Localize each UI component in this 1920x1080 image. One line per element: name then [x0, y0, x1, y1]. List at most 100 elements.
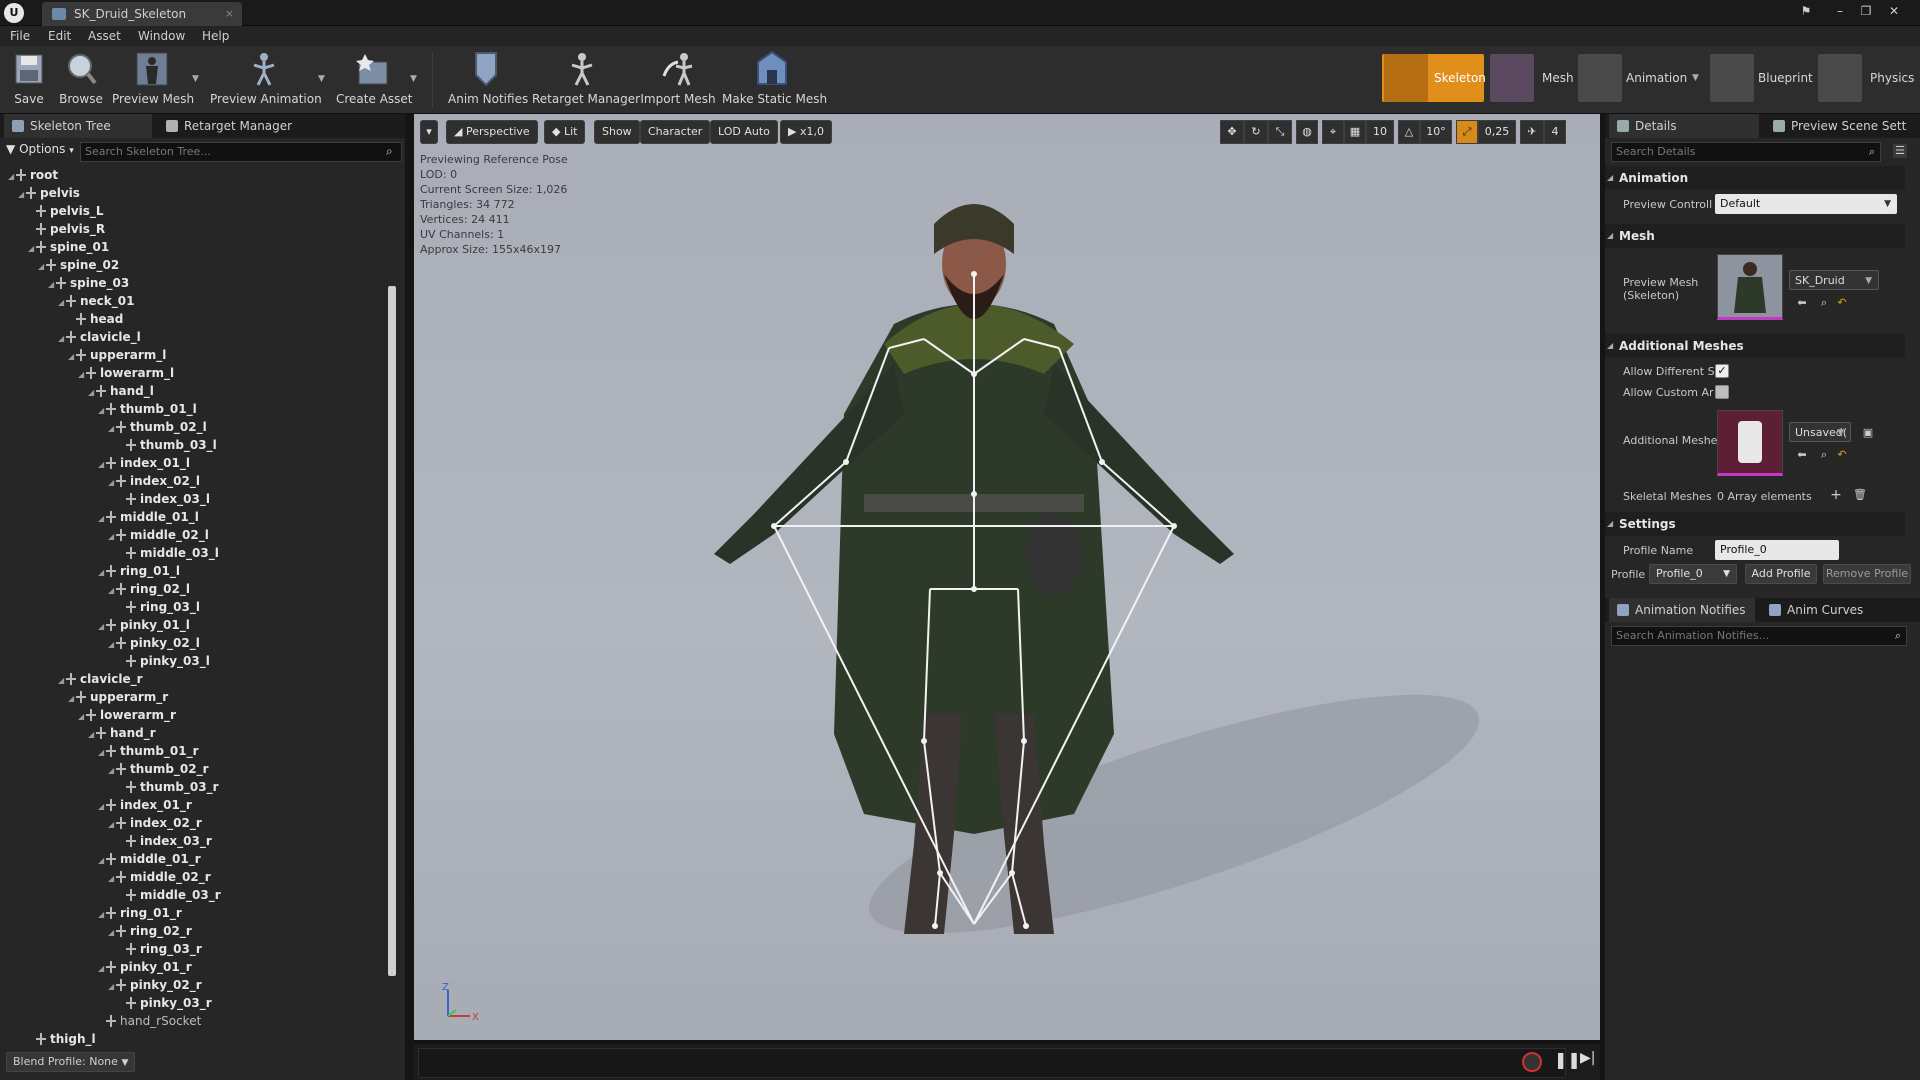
- menu-file[interactable]: File: [10, 26, 30, 46]
- bone-item[interactable]: ◢ index_01_l: [98, 454, 190, 472]
- profile-name-input[interactable]: Profile_0: [1715, 540, 1839, 560]
- bone-item[interactable]: ◢ middle_02_l: [108, 526, 209, 544]
- rotation-snap-value[interactable]: 10°: [1420, 120, 1452, 144]
- anim-notifies-button[interactable]: Anim Notifies: [448, 48, 528, 110]
- record-icon[interactable]: [1522, 1052, 1542, 1072]
- scale-tool-icon[interactable]: ⤡: [1268, 120, 1292, 144]
- mode-skeleton-button[interactable]: Skeleton: [1382, 54, 1486, 102]
- expand-arrow-icon[interactable]: ◢: [58, 330, 66, 348]
- use-selected-icon[interactable]: ⬅: [1795, 448, 1809, 462]
- bone-item[interactable]: index_03_l: [118, 490, 210, 508]
- section-settings[interactable]: Settings: [1605, 512, 1905, 536]
- create-asset-dropdown-icon[interactable]: ▼: [410, 74, 417, 84]
- minimize-button[interactable]: –: [1830, 2, 1850, 20]
- expand-arrow-icon[interactable]: ◢: [68, 690, 76, 708]
- viewport-scene[interactable]: ▾ ◢ Perspective ◆ Lit Show Character LOD…: [414, 114, 1600, 1040]
- skeleton-tree-search-input[interactable]: Search Skeleton Tree...: [80, 142, 402, 162]
- expand-arrow-icon[interactable]: ◢: [88, 384, 96, 402]
- menu-help[interactable]: Help: [202, 26, 229, 46]
- bone-item[interactable]: ◢ pinky_01_l: [98, 616, 190, 634]
- reset-icon[interactable]: ↶: [1835, 296, 1849, 310]
- tab-anim-curves[interactable]: Anim Curves: [1761, 598, 1901, 622]
- bone-item[interactable]: ◢ hand_l: [88, 382, 154, 400]
- expand-arrow-icon[interactable]: ◢: [108, 816, 116, 834]
- bone-item[interactable]: ring_03_l: [118, 598, 200, 616]
- expand-arrow-icon[interactable]: ◢: [108, 870, 116, 888]
- bone-item[interactable]: ◢ middle_02_r: [108, 868, 211, 886]
- character-button[interactable]: Character: [640, 120, 711, 144]
- bone-item[interactable]: ◢ middle_01_l: [98, 508, 199, 526]
- bone-item[interactable]: ◢ thumb_02_l: [108, 418, 207, 436]
- step-forward-icon[interactable]: ▶|: [1580, 1050, 1595, 1066]
- expand-arrow-icon[interactable]: ◢: [108, 420, 116, 438]
- expand-arrow-icon[interactable]: ◢: [98, 402, 106, 420]
- bone-item[interactable]: ◢ index_02_l: [108, 472, 200, 490]
- surface-snap-icon[interactable]: ⌖: [1322, 120, 1344, 144]
- bone-item[interactable]: middle_03_r: [118, 886, 221, 904]
- remove-profile-button[interactable]: Remove Profile: [1823, 564, 1911, 584]
- tab-details[interactable]: Details: [1609, 114, 1759, 138]
- bone-item[interactable]: ◢ lowerarm_l: [78, 364, 174, 382]
- bone-item[interactable]: ◢ clavicle_l: [58, 328, 141, 346]
- expand-arrow-icon[interactable]: ◢: [98, 618, 106, 636]
- tab-close-icon[interactable]: ×: [225, 2, 234, 26]
- bone-item[interactable]: ◢ hand_r: [88, 724, 156, 742]
- bone-item[interactable]: ◢ upperarm_r: [68, 688, 168, 706]
- scale-snap-value[interactable]: 0,25: [1478, 120, 1516, 144]
- notification-icon[interactable]: ⚑: [1796, 2, 1816, 20]
- expand-arrow-icon[interactable]: ◢: [108, 474, 116, 492]
- expand-arrow-icon[interactable]: ◢: [58, 294, 66, 312]
- expand-arrow-icon[interactable]: ◢: [98, 456, 106, 474]
- bone-item[interactable]: index_03_r: [118, 832, 212, 850]
- preview-mesh-thumbnail[interactable]: [1717, 254, 1783, 320]
- mode-mesh-button[interactable]: Mesh: [1490, 54, 1578, 102]
- menu-window[interactable]: Window: [138, 26, 185, 46]
- mode-blueprint-button[interactable]: Blueprint: [1710, 54, 1814, 102]
- bone-item[interactable]: pelvis_L: [28, 202, 104, 220]
- additional-mesh-thumbnail[interactable]: [1717, 410, 1783, 476]
- save-button[interactable]: Save: [8, 48, 50, 110]
- expand-arrow-icon[interactable]: ◢: [98, 798, 106, 816]
- profile-dropdown[interactable]: Profile_0 ▼: [1649, 564, 1737, 584]
- notifies-search-input[interactable]: Search Animation Notifies...: [1611, 626, 1907, 646]
- tab-animation-notifies[interactable]: Animation Notifies: [1609, 598, 1755, 622]
- expand-arrow-icon[interactable]: ◢: [108, 636, 116, 654]
- preview-mesh-dropdown-icon[interactable]: ▼: [192, 74, 199, 84]
- import-mesh-button[interactable]: Import Mesh: [640, 48, 716, 110]
- bone-item[interactable]: ◢ spine_02: [38, 256, 119, 274]
- rotate-tool-icon[interactable]: ↻: [1244, 120, 1268, 144]
- bone-item[interactable]: ◢ spine_01: [28, 238, 109, 256]
- scale-snap-icon[interactable]: ⤢: [1456, 120, 1478, 144]
- use-selected-icon[interactable]: ⬅: [1795, 296, 1809, 310]
- expand-arrow-icon[interactable]: ◢: [18, 186, 26, 204]
- blend-profile-dropdown[interactable]: Blend Profile: None ▼: [6, 1052, 136, 1072]
- animation-mode-dropdown-icon[interactable]: ▼: [1692, 54, 1699, 102]
- make-static-mesh-button[interactable]: Make Static Mesh: [722, 48, 827, 110]
- bone-item[interactable]: ◢ ring_02_l: [108, 580, 190, 598]
- bone-item[interactable]: pinky_03_r: [118, 994, 212, 1012]
- section-animation[interactable]: Animation: [1605, 166, 1905, 190]
- close-button[interactable]: ✕: [1884, 2, 1904, 20]
- expand-arrow-icon[interactable]: ◢: [98, 960, 106, 978]
- bone-item[interactable]: ◢ pinky_02_l: [108, 634, 200, 652]
- expand-arrow-icon[interactable]: ◢: [98, 852, 106, 870]
- section-additional-meshes[interactable]: Additional Meshes: [1605, 334, 1905, 358]
- expand-arrow-icon[interactable]: ◢: [108, 762, 116, 780]
- expand-arrow-icon[interactable]: ◢: [78, 708, 86, 726]
- bone-item[interactable]: ◢ thumb_01_r: [98, 742, 199, 760]
- bone-item[interactable]: pinky_03_l: [118, 652, 210, 670]
- expand-arrow-icon[interactable]: ◢: [68, 348, 76, 366]
- bone-item[interactable]: ◢ neck_01: [58, 292, 134, 310]
- lod-button[interactable]: LOD Auto: [710, 120, 778, 144]
- menu-edit[interactable]: Edit: [48, 26, 71, 46]
- expand-arrow-icon[interactable]: ◢: [8, 168, 16, 186]
- create-asset-button[interactable]: Create Asset: [336, 48, 413, 110]
- bone-item[interactable]: ◢ ring_01_r: [98, 904, 182, 922]
- preview-mesh-dropdown[interactable]: SK_Druid ▼: [1789, 270, 1879, 290]
- reset-icon[interactable]: ↶: [1835, 448, 1849, 462]
- expand-arrow-icon[interactable]: ◢: [108, 528, 116, 546]
- bone-item[interactable]: ◢ root: [8, 166, 58, 184]
- pause-icon[interactable]: ❚❚: [1554, 1050, 1581, 1069]
- world-space-icon[interactable]: ◍: [1296, 120, 1318, 144]
- bone-item[interactable]: ◢ thumb_01_l: [98, 400, 197, 418]
